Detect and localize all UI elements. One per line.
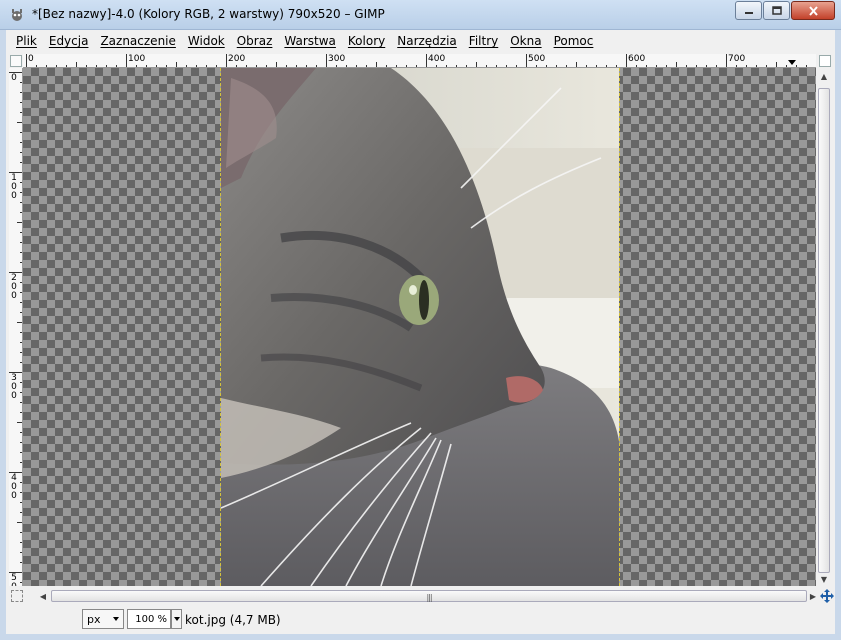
minimize-icon	[744, 11, 753, 14]
image-window: 0 100 200 300 400 500 600 700 0 100 200 300 400 500	[6, 52, 835, 634]
ruler-label: 200	[11, 273, 17, 301]
menu-pomoc[interactable]: Pomoc	[548, 34, 600, 48]
scroll-right-icon[interactable]: ▶	[807, 590, 819, 602]
menu-warstwa[interactable]: Warstwa	[278, 34, 342, 48]
ruler-tick	[226, 54, 227, 67]
close-icon	[808, 5, 818, 16]
ruler-label: 400	[11, 473, 17, 501]
menu-widok[interactable]: Widok	[182, 34, 231, 48]
ruler-label: 0	[28, 54, 34, 64]
menu-filtry[interactable]: Filtry	[463, 34, 504, 48]
ruler-tick	[626, 54, 627, 67]
scroll-up-icon[interactable]: ▲	[818, 70, 830, 82]
vertical-scrollbar[interactable]: ▲ ▼	[817, 68, 831, 586]
zoom-input[interactable]: 100 %	[127, 609, 171, 629]
unit-select[interactable]: px	[82, 609, 124, 629]
ruler-label: 500	[11, 573, 17, 587]
ruler-label: 400	[428, 54, 446, 64]
horizontal-scroll-thumb[interactable]: |||	[51, 590, 807, 602]
ruler-label: 300	[11, 373, 17, 401]
window-title: *[Bez nazwy]-4.0 (Kolory RGB, 2 warstwy)…	[32, 7, 385, 21]
status-bar: px 100 % kot.jpg (4,7 MB)	[9, 607, 831, 631]
ruler-label: 200	[228, 54, 246, 64]
menu-plik[interactable]: Plik	[10, 34, 43, 48]
ruler-tick	[126, 54, 127, 67]
ruler-label: 0	[11, 73, 17, 83]
menu-narzedzia[interactable]: Narzędzia	[391, 34, 463, 48]
ruler-label: 100	[11, 173, 17, 201]
menu-obraz[interactable]: Obraz	[231, 34, 279, 48]
ruler-tick	[26, 54, 27, 67]
maximize-icon	[771, 6, 782, 15]
menu-zaznaczenie[interactable]: Zaznaczenie	[94, 34, 181, 48]
ruler-label: 700	[728, 54, 746, 64]
maximize-button[interactable]	[763, 1, 790, 20]
title-bar: *[Bez nazwy]-4.0 (Kolory RGB, 2 warstwy)…	[0, 0, 841, 30]
ruler-tick	[526, 54, 527, 67]
ruler-tick	[726, 54, 727, 67]
ruler-tick	[326, 54, 327, 67]
unit-value: px	[87, 612, 101, 626]
ruler-label: 600	[628, 54, 646, 64]
horizontal-scroll-row: ◀ ||| ▶	[9, 588, 834, 604]
menu-okna[interactable]: Okna	[504, 34, 547, 48]
minimize-button[interactable]	[735, 1, 762, 20]
image-layer[interactable]	[220, 68, 620, 586]
vertical-scroll-thumb[interactable]	[818, 88, 830, 573]
zoom-on-resize-button[interactable]	[819, 55, 831, 67]
window-border	[0, 634, 841, 640]
gimp-icon[interactable]	[10, 8, 24, 22]
ruler-label: 100	[128, 54, 146, 64]
scroll-down-icon[interactable]: ▼	[818, 573, 830, 585]
file-info: kot.jpg (4,7 MB)	[185, 613, 281, 627]
chevron-down-icon	[113, 617, 119, 621]
horizontal-ruler[interactable]: 0 100 200 300 400 500 600 700	[23, 54, 816, 68]
quick-mask-menu-button[interactable]	[10, 55, 22, 67]
ruler-label: 300	[328, 54, 346, 64]
zoom-dropdown-button[interactable]	[171, 609, 182, 629]
navigate-icon[interactable]	[819, 588, 835, 604]
scroll-grip-icon: |||	[426, 593, 432, 602]
menu-bar: Plik Edycja Zaznaczenie Widok Obraz Wars…	[0, 30, 841, 52]
scroll-left-icon[interactable]: ◀	[37, 590, 49, 602]
horizontal-scrollbar[interactable]: ◀ ||| ▶	[37, 590, 819, 602]
vertical-ruler[interactable]: 0 100 200 300 400 500	[9, 68, 23, 586]
chevron-down-icon	[173, 617, 180, 621]
quick-mask-toggle-icon[interactable]	[11, 590, 23, 602]
menu-edycja[interactable]: Edycja	[43, 34, 95, 48]
image-canvas[interactable]	[23, 68, 816, 586]
cat-photo	[221, 68, 619, 586]
close-button[interactable]	[791, 1, 835, 20]
ruler-menu-arrow-icon[interactable]	[788, 60, 796, 65]
menu-kolory[interactable]: Kolory	[342, 34, 391, 48]
ruler-label: 500	[528, 54, 546, 64]
ruler-tick	[426, 54, 427, 67]
window-controls	[734, 1, 835, 20]
